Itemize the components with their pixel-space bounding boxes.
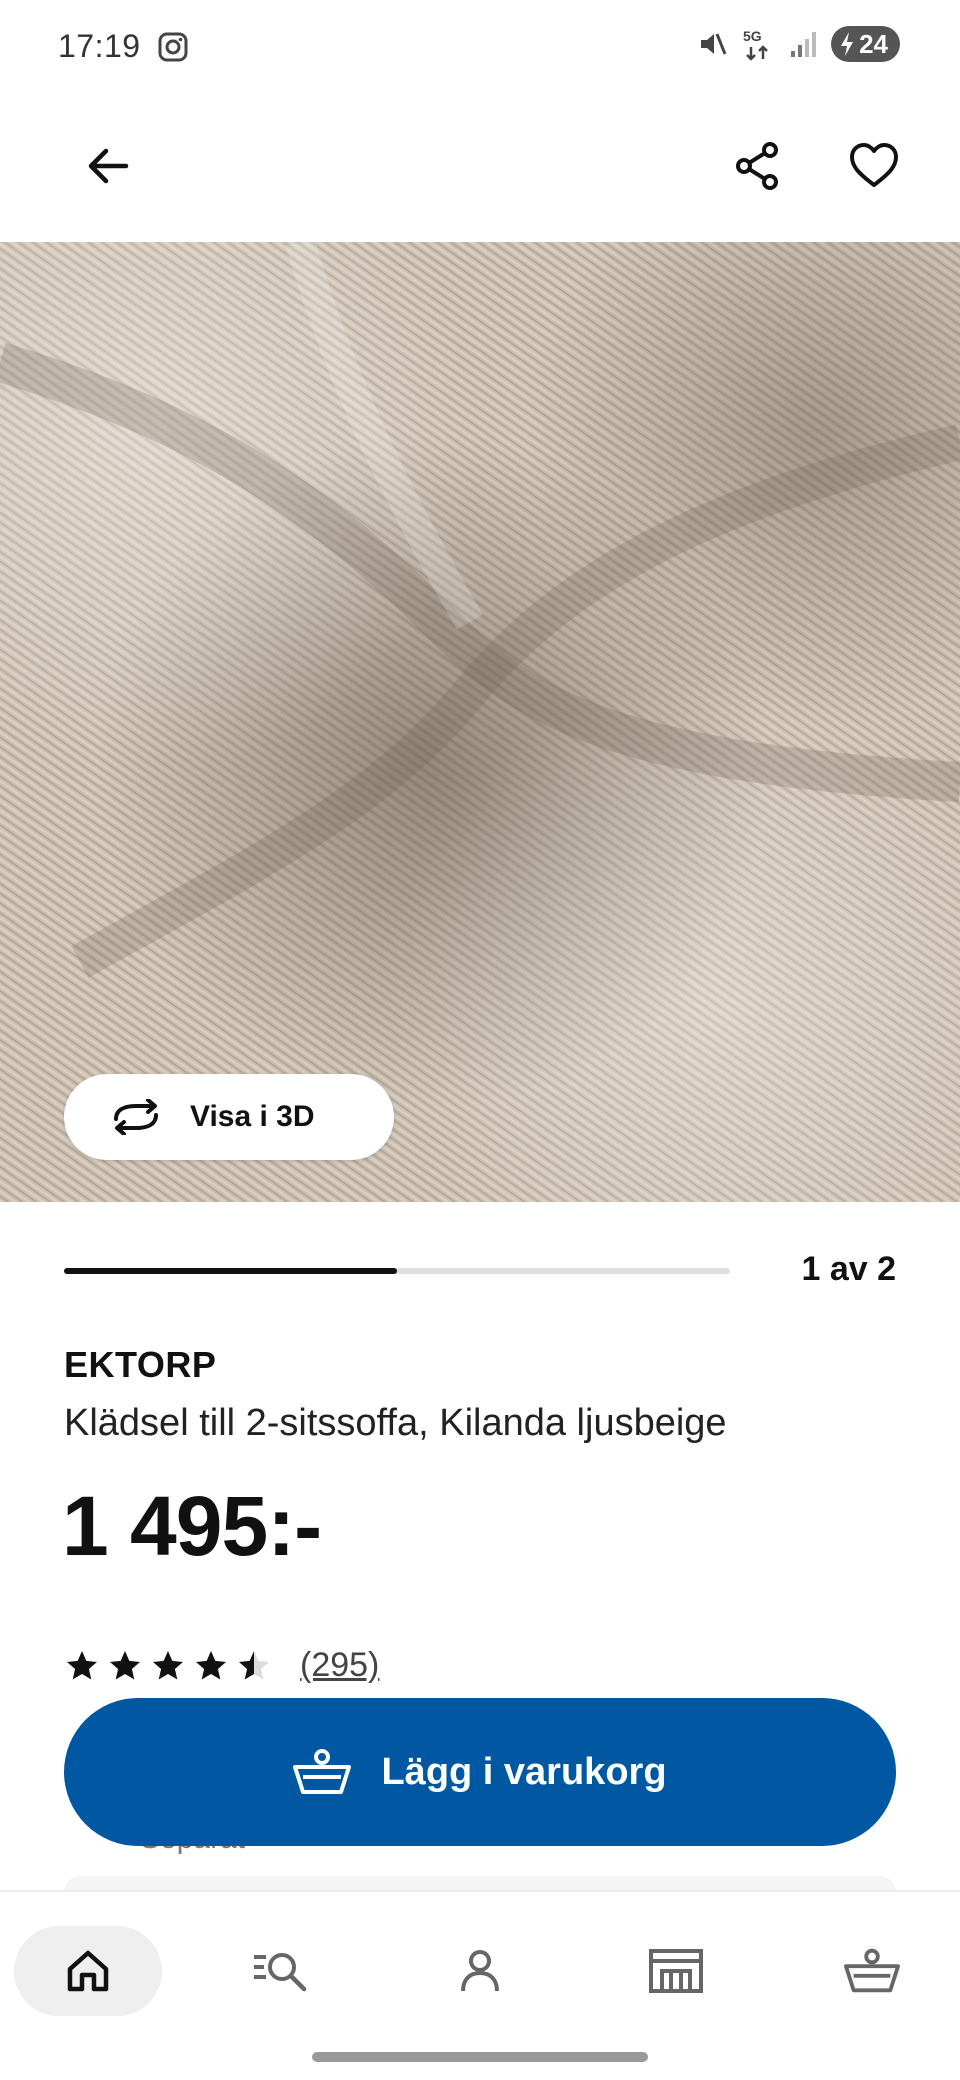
status-bar: 17:19 5G 24: [0, 0, 960, 96]
signal-icon: [791, 32, 817, 57]
progress-fill: [64, 1268, 397, 1274]
review-count[interactable]: (295): [300, 1646, 379, 1685]
fabric-image: [0, 242, 960, 1202]
image-carousel-progress: 1 av 2: [64, 1250, 896, 1290]
back-button[interactable]: [68, 126, 148, 206]
star-full-icon: [67, 1650, 97, 1679]
nav-home[interactable]: [14, 1926, 162, 2016]
progress-track: [64, 1268, 730, 1274]
product-rating[interactable]: (295): [64, 1646, 379, 1685]
cart-icon: [293, 1749, 352, 1794]
network-5g-icon: 5G: [743, 28, 768, 61]
status-time: 17:19: [58, 28, 141, 64]
heart-icon: [850, 143, 898, 187]
view-3d-label: Visa i 3D: [190, 1100, 315, 1133]
top-nav: [0, 96, 960, 242]
nav-cart[interactable]: [822, 1926, 922, 2016]
mute-icon: [701, 33, 727, 55]
share-button[interactable]: [718, 126, 798, 206]
home-icon: [67, 1950, 109, 1992]
product-name: EKTORP: [64, 1344, 217, 1385]
page-indicator: 1 av 2: [801, 1250, 896, 1288]
add-to-cart-button[interactable]: Lägg i varukorg: [64, 1698, 896, 1846]
status-icons: 5G 24: [697, 26, 900, 62]
nav-store[interactable]: [626, 1926, 726, 2016]
product-image[interactable]: [0, 242, 960, 1202]
nav-profile[interactable]: [430, 1926, 530, 2016]
share-icon: [736, 142, 778, 190]
nav-search[interactable]: [232, 1926, 332, 2016]
profile-icon: [461, 1950, 499, 1992]
rotate-3d-icon: [114, 1099, 158, 1135]
star-full-icon: [153, 1650, 183, 1679]
star-half-icon: [239, 1650, 269, 1679]
network-type-label: 5G: [743, 28, 762, 44]
product-description: Klädsel till 2-sitssoffa, Kilanda ljusbe…: [64, 1402, 727, 1444]
charging-icon: [841, 32, 854, 56]
star-full-icon: [110, 1650, 140, 1679]
battery-indicator: 24: [831, 26, 900, 62]
product-price: 1 495:-: [62, 1479, 322, 1573]
store-icon: [649, 1949, 703, 1993]
instagram-icon: [158, 32, 188, 62]
view-3d-button[interactable]: Visa i 3D: [64, 1074, 394, 1160]
arrow-left-icon: [88, 148, 129, 184]
battery-level: 24: [859, 28, 888, 59]
star-full-icon: [196, 1650, 226, 1679]
search-list-icon: [254, 1953, 307, 1992]
home-indicator[interactable]: [312, 2052, 648, 2062]
cart-icon: [844, 1948, 900, 1993]
add-to-cart-label: Lägg i varukorg: [381, 1750, 667, 1793]
rating-stars: [64, 1648, 272, 1684]
favorite-button[interactable]: [834, 126, 914, 206]
